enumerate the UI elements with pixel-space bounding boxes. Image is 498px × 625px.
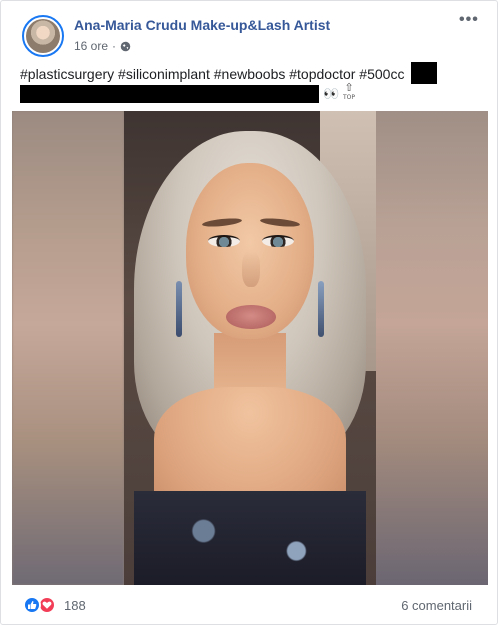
author-name[interactable]: Ana-Maria Crudu Make-up&Lash Artist (74, 17, 330, 33)
post-footer: 188 6 comentarii (1, 589, 497, 624)
author-avatar[interactable] (22, 15, 64, 57)
photo-nose (242, 251, 260, 287)
globe-icon[interactable] (120, 41, 131, 52)
comments-count[interactable]: 6 comentarii (401, 598, 472, 613)
post-photo[interactable] (12, 111, 488, 585)
top-badge-label: TOP (342, 94, 355, 101)
photo-earring (176, 281, 182, 337)
avatar-image (26, 19, 60, 53)
photo-dress (134, 491, 366, 585)
eyes-emoji-icon: 👀 (323, 86, 340, 101)
more-options-icon[interactable]: ••• (459, 12, 479, 29)
redaction-block (411, 62, 437, 84)
photo-earring (318, 281, 324, 337)
photo-lips (226, 305, 276, 329)
post-meta: 16 ore · (74, 39, 131, 53)
photo-eye (262, 235, 294, 247)
top-arrow-icon: ⇧ TOP (342, 81, 355, 102)
post-time[interactable]: 16 ore (74, 39, 108, 53)
redaction-block (20, 85, 319, 103)
post-header: Ana-Maria Crudu Make-up&Lash Artist 16 o… (1, 1, 497, 59)
reaction-count[interactable]: 188 (64, 598, 86, 613)
photo-blur-left (12, 111, 124, 585)
portrait-photo (124, 111, 376, 585)
like-reaction-icon[interactable] (23, 596, 41, 614)
photo-blur-right (376, 111, 488, 585)
photo-eye (208, 235, 240, 247)
meta-separator: · (112, 39, 117, 53)
post-hashtags[interactable]: #plasticsurgery #siliconimplant #newboob… (20, 66, 404, 82)
post-card: Ana-Maria Crudu Make-up&Lash Artist 16 o… (0, 0, 498, 625)
